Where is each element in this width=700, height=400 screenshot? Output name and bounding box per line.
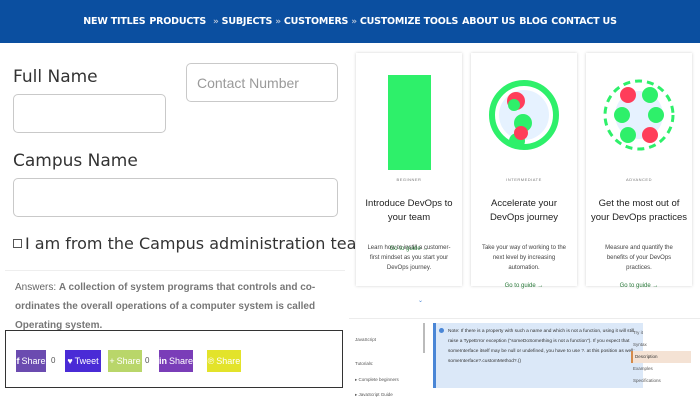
toc-item[interactable]: Syntax <box>631 339 691 351</box>
linkedin-icon: in <box>158 356 167 366</box>
nav-subjects[interactable]: SUBJECTS <box>222 16 273 27</box>
linkedin-share-button[interactable]: in Share <box>159 350 193 372</box>
nav-customers[interactable]: CUSTOMERS <box>284 16 349 27</box>
nav-separator: » <box>275 16 281 27</box>
share-bar: f Share 0 ♥ Tweet + Share 0 in Share ℗ Share <box>5 330 343 388</box>
doc-table-of-contents: Try it Syntax Description Examples Speci… <box>631 327 691 387</box>
card-level: INTERMEDIATE <box>506 177 542 182</box>
doc-sidebar-item[interactable]: ▸ JavaScript Guide <box>355 392 393 398</box>
top-navigation-bar: NEW TITLES PRODUCTS » SUBJECTS » CUSTOMER… <box>0 0 700 43</box>
toc-item[interactable]: Examples <box>631 363 691 375</box>
card-title: Accelerate your DevOps journey <box>489 198 559 223</box>
pinterest-share-label: Share <box>216 356 241 366</box>
toc-item[interactable]: Try it <box>631 327 691 339</box>
full-name-input[interactable] <box>13 94 166 133</box>
generic-share-count: 0 <box>145 356 150 365</box>
doc-sidebar-item[interactable]: ▸ Complete beginners <box>355 377 399 383</box>
doc-note-text: Note: If there is a property with such a… <box>448 329 635 364</box>
contact-number-input[interactable] <box>186 63 338 102</box>
doc-sidebar-item[interactable]: JavaScript <box>355 337 376 342</box>
linkedin-share-label: Share <box>168 356 194 366</box>
tweet-label: Tweet <box>74 356 99 366</box>
info-icon <box>439 328 444 333</box>
beginner-illustration <box>388 75 431 170</box>
facebook-share-label: Share <box>21 356 46 366</box>
answer-panel: Answers: A collection of system programs… <box>5 270 345 331</box>
nav-contact-us[interactable]: CONTACT US <box>551 16 617 27</box>
nav-about-us[interactable]: ABOUT US <box>462 16 515 27</box>
card-level: BEGINNER <box>396 177 422 182</box>
nav-customize-tools[interactable]: CUSTOMIZE TOOLS <box>360 16 458 27</box>
chevron-down-icon[interactable]: ⌄ <box>418 297 423 304</box>
campus-admin-label: I am from the Campus administration team <box>25 234 373 253</box>
card-level: ADVANCED <box>626 177 652 182</box>
nav-blog[interactable]: BLOG <box>519 16 547 27</box>
nav-new-titles[interactable]: NEW TITLES <box>83 16 145 27</box>
doc-scrollbar[interactable] <box>423 323 425 353</box>
answer-text: A collection of system programs that con… <box>15 282 316 331</box>
generic-share-label: Share <box>116 356 141 366</box>
twitter-icon: ♥ <box>67 356 73 366</box>
campus-admin-row: I am from the Campus administration team <box>13 234 372 253</box>
facebook-share-count: 0 <box>51 356 56 365</box>
toc-item-active[interactable]: Description <box>631 351 691 363</box>
devops-card-intermediate[interactable]: INTERMEDIATE Accelerate your DevOps jour… <box>471 53 577 286</box>
generic-share-button[interactable]: + Share <box>108 350 142 372</box>
go-to-guide-link[interactable]: Go to guide → <box>356 246 462 252</box>
card-description: Take your way of working to the next lev… <box>481 245 567 271</box>
nav-products[interactable]: PRODUCTS <box>149 16 206 27</box>
doc-note-box: Note: If there is a property with such a… <box>433 323 643 388</box>
answer-prefix: Answers: <box>15 282 57 293</box>
campus-admin-checkbox[interactable] <box>13 239 22 248</box>
campus-name-label: Campus Name <box>13 151 138 171</box>
advanced-illustration <box>603 79 675 151</box>
doc-page-snippet: JavaScript Tutorials: ▸ Complete beginne… <box>349 318 700 400</box>
pinterest-icon: ℗ <box>207 356 215 366</box>
pinterest-share-button[interactable]: ℗ Share <box>207 350 241 372</box>
facebook-icon: f <box>16 356 20 366</box>
card-title: Introduce DevOps to your team <box>365 198 453 223</box>
full-name-label: Full Name <box>13 67 98 87</box>
share-plus-icon: + <box>109 356 115 366</box>
nav-separator: » <box>213 16 219 27</box>
card-description: Measure and quantify the benefits of you… <box>605 245 673 271</box>
devops-card-advanced[interactable]: ADVANCED Get the most out of your DevOps… <box>586 53 692 286</box>
toc-item[interactable]: Specifications <box>631 375 691 387</box>
twitter-tweet-button[interactable]: ♥ Tweet <box>65 350 101 372</box>
campus-name-input[interactable] <box>13 178 338 217</box>
top-nav-menu: NEW TITLES PRODUCTS » SUBJECTS » CUSTOMER… <box>83 16 617 27</box>
card-title: Get the most out of your DevOps practice… <box>590 198 688 223</box>
facebook-share-button[interactable]: f Share <box>16 350 46 372</box>
intermediate-illustration <box>489 80 559 150</box>
go-to-guide-link[interactable]: Go to guide → <box>586 283 692 289</box>
go-to-guide-link[interactable]: Go to guide → <box>471 283 577 289</box>
doc-sidebar-item: Tutorials: <box>355 361 374 366</box>
nav-separator: » <box>351 16 357 27</box>
